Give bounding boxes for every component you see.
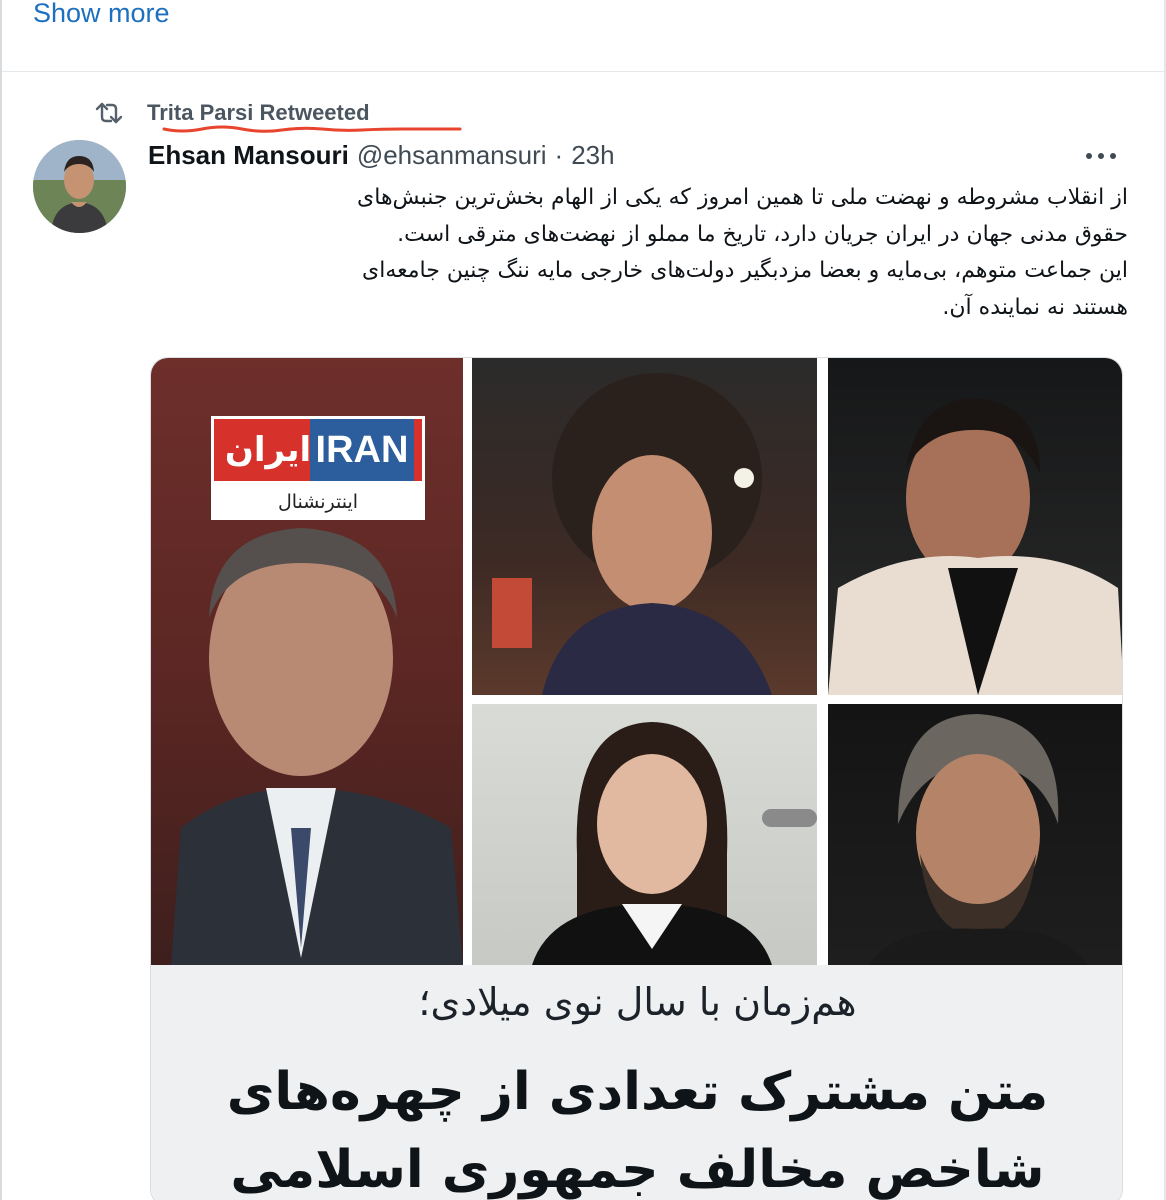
photo-tile-man-white-jacket <box>828 358 1122 695</box>
avatar[interactable] <box>33 140 126 233</box>
photo-tile-woman-curly-hair <box>472 358 817 695</box>
avatar-photo <box>33 140 126 233</box>
portrait-woman-collar <box>532 722 817 965</box>
separator-dot: · <box>554 140 564 170</box>
portrait-man-bearded <box>868 714 1088 965</box>
show-more-link[interactable]: Show more <box>33 0 170 29</box>
more-icon-dot <box>1110 153 1116 159</box>
show-more-bar: Show more <box>0 0 1166 72</box>
retweet-icon <box>95 102 123 124</box>
tweet-timestamp[interactable]: 23h <box>571 140 614 171</box>
tweet-text-line: از انقلاب مشروطه و نهضت ملی تا همین امرو… <box>357 185 1128 210</box>
photo-tile-main: ایران IRAN اینترنشنال <box>151 358 463 965</box>
photo-tile-woman-collar <box>472 704 817 965</box>
author-handle[interactable]: @ehsanmansuri <box>357 140 547 171</box>
iran-international-logo: ایران IRAN اینترنشنال <box>211 416 425 524</box>
portrait-woman-curly <box>492 373 772 695</box>
timeline-left-border <box>0 0 2 1200</box>
tweet-media-image[interactable]: ایران IRAN اینترنشنال <box>150 357 1123 1200</box>
tweet-text: از انقلاب مشروطه و نهضت ملی تا همین امرو… <box>148 180 1128 326</box>
photo-tile-man-bearded <box>828 704 1122 965</box>
more-icon-dot <box>1098 153 1104 159</box>
logo-top-band: ایران IRAN <box>211 416 425 484</box>
more-options-button[interactable] <box>1086 148 1122 164</box>
tweet-text-line: هستند نه نماینده آن. <box>942 294 1128 320</box>
tweet-author-row: Ehsan Mansouri @ehsanmansuri · 23h <box>148 140 615 174</box>
logo-subtitle: اینترنشنال <box>211 484 425 520</box>
caption-subtitle: هم‌زمان با سال نوی میلادی؛ <box>418 980 857 1024</box>
hand-drawn-underline <box>162 125 462 133</box>
tweet-text-line: این جماعت متوهم، بی‌مایه و بعضا مزدبگیر … <box>362 258 1128 283</box>
caption-headline-line: متن مشترک تعدادی از چهره‌های <box>226 1062 1049 1122</box>
author-name[interactable]: Ehsan Mansouri <box>148 140 349 171</box>
portrait-man-white-jacket <box>828 398 1122 695</box>
caption-headline: متن مشترک تعدادی از چهره‌های شاخص مخالف … <box>151 1053 1122 1200</box>
more-icon <box>1086 153 1092 159</box>
caption-headline-line: شاخص مخالف جمهوری اسلامی <box>230 1140 1045 1200</box>
logo-latin-text: IRAN <box>310 419 414 481</box>
retweeted-by-link[interactable]: Trita Parsi Retweeted <box>147 100 370 126</box>
logo-arabic-text: ایران <box>224 430 312 470</box>
tweet-text-line: حقوق مدنی جهان در ایران جریان دارد، تاری… <box>397 221 1128 247</box>
